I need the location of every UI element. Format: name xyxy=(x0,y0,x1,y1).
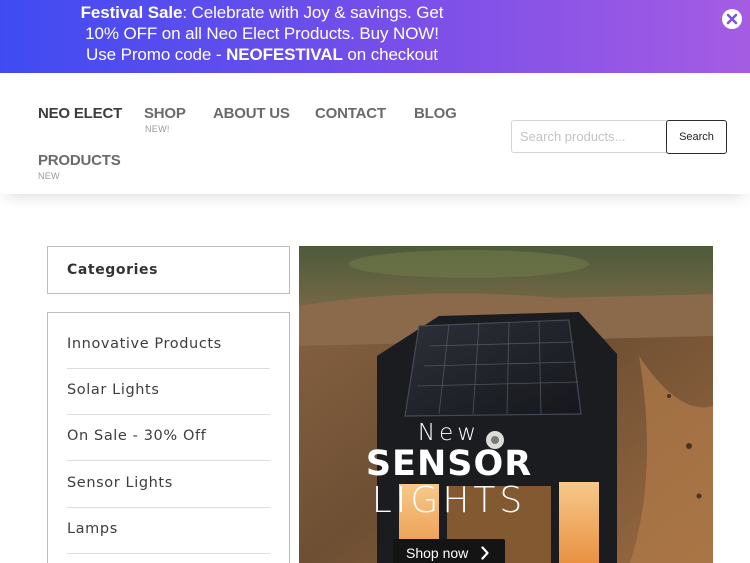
hero-line-sensor: SENSOR xyxy=(365,444,533,484)
promo-text: Festival Sale: Celebrate with Joy & savi… xyxy=(62,2,462,65)
chevron-right-icon xyxy=(481,546,489,560)
promo-line1: : Celebrate with Joy & savings. Get xyxy=(182,3,444,22)
search-input[interactable] xyxy=(511,120,667,153)
hero-line-lights: LIGHTS xyxy=(371,480,527,521)
close-icon xyxy=(723,10,741,28)
category-label: Solar Lights xyxy=(67,382,160,398)
nav-products-badge: NEW xyxy=(38,171,60,181)
site-header: NEO ELECT SHOP NEW! ABOUT US CONTACT BLO… xyxy=(0,73,750,194)
nav-about[interactable]: ABOUT US xyxy=(213,105,290,122)
categories-title: Categories xyxy=(67,262,159,278)
promo-sale-label: Festival Sale xyxy=(80,3,183,22)
promo-code: NEOFESTIVAL xyxy=(226,45,343,64)
category-label: On Sale - 30% Off xyxy=(67,428,207,444)
category-lamps[interactable]: Lamps xyxy=(67,508,270,554)
nav-shop-badge: NEW! xyxy=(145,124,170,134)
categories-header: Categories xyxy=(47,246,290,294)
nav-brand[interactable]: NEO ELECT xyxy=(38,105,122,122)
category-on-sale[interactable]: On Sale - 30% Off xyxy=(67,415,270,461)
shop-now-button[interactable]: Shop now xyxy=(393,539,505,563)
nav-contact[interactable]: CONTACT xyxy=(315,105,386,122)
promo-line3-prefix: Use Promo code - xyxy=(86,45,227,64)
promo-line3-suffix: on checkout xyxy=(342,45,438,64)
close-banner-button[interactable] xyxy=(722,9,742,29)
nav-blog[interactable]: BLOG xyxy=(414,105,457,122)
category-label: Innovative Products xyxy=(67,336,222,352)
search-button[interactable]: Search xyxy=(666,120,727,154)
promo-banner: Festival Sale: Celebrate with Joy & savi… xyxy=(0,0,750,73)
nav-products[interactable]: PRODUCTS xyxy=(38,152,121,169)
category-innovative-products[interactable]: Innovative Products xyxy=(67,323,270,369)
nav-shop[interactable]: SHOP xyxy=(144,105,186,122)
category-label: Sensor Lights xyxy=(67,475,173,491)
shop-now-label: Shop now xyxy=(406,545,469,561)
hero-line-new: New xyxy=(417,420,481,446)
hero-banner[interactable]: New SENSOR LIGHTS Shop now xyxy=(299,246,713,563)
category-label: Lamps xyxy=(67,521,118,537)
category-solar-lights[interactable]: Solar Lights xyxy=(67,369,270,415)
categories-list: Innovative Products Solar Lights On Sale… xyxy=(47,312,290,563)
promo-line2: 10% OFF on all Neo Elect Products. Buy N… xyxy=(85,24,439,43)
category-sensor-lights[interactable]: Sensor Lights xyxy=(67,462,270,508)
